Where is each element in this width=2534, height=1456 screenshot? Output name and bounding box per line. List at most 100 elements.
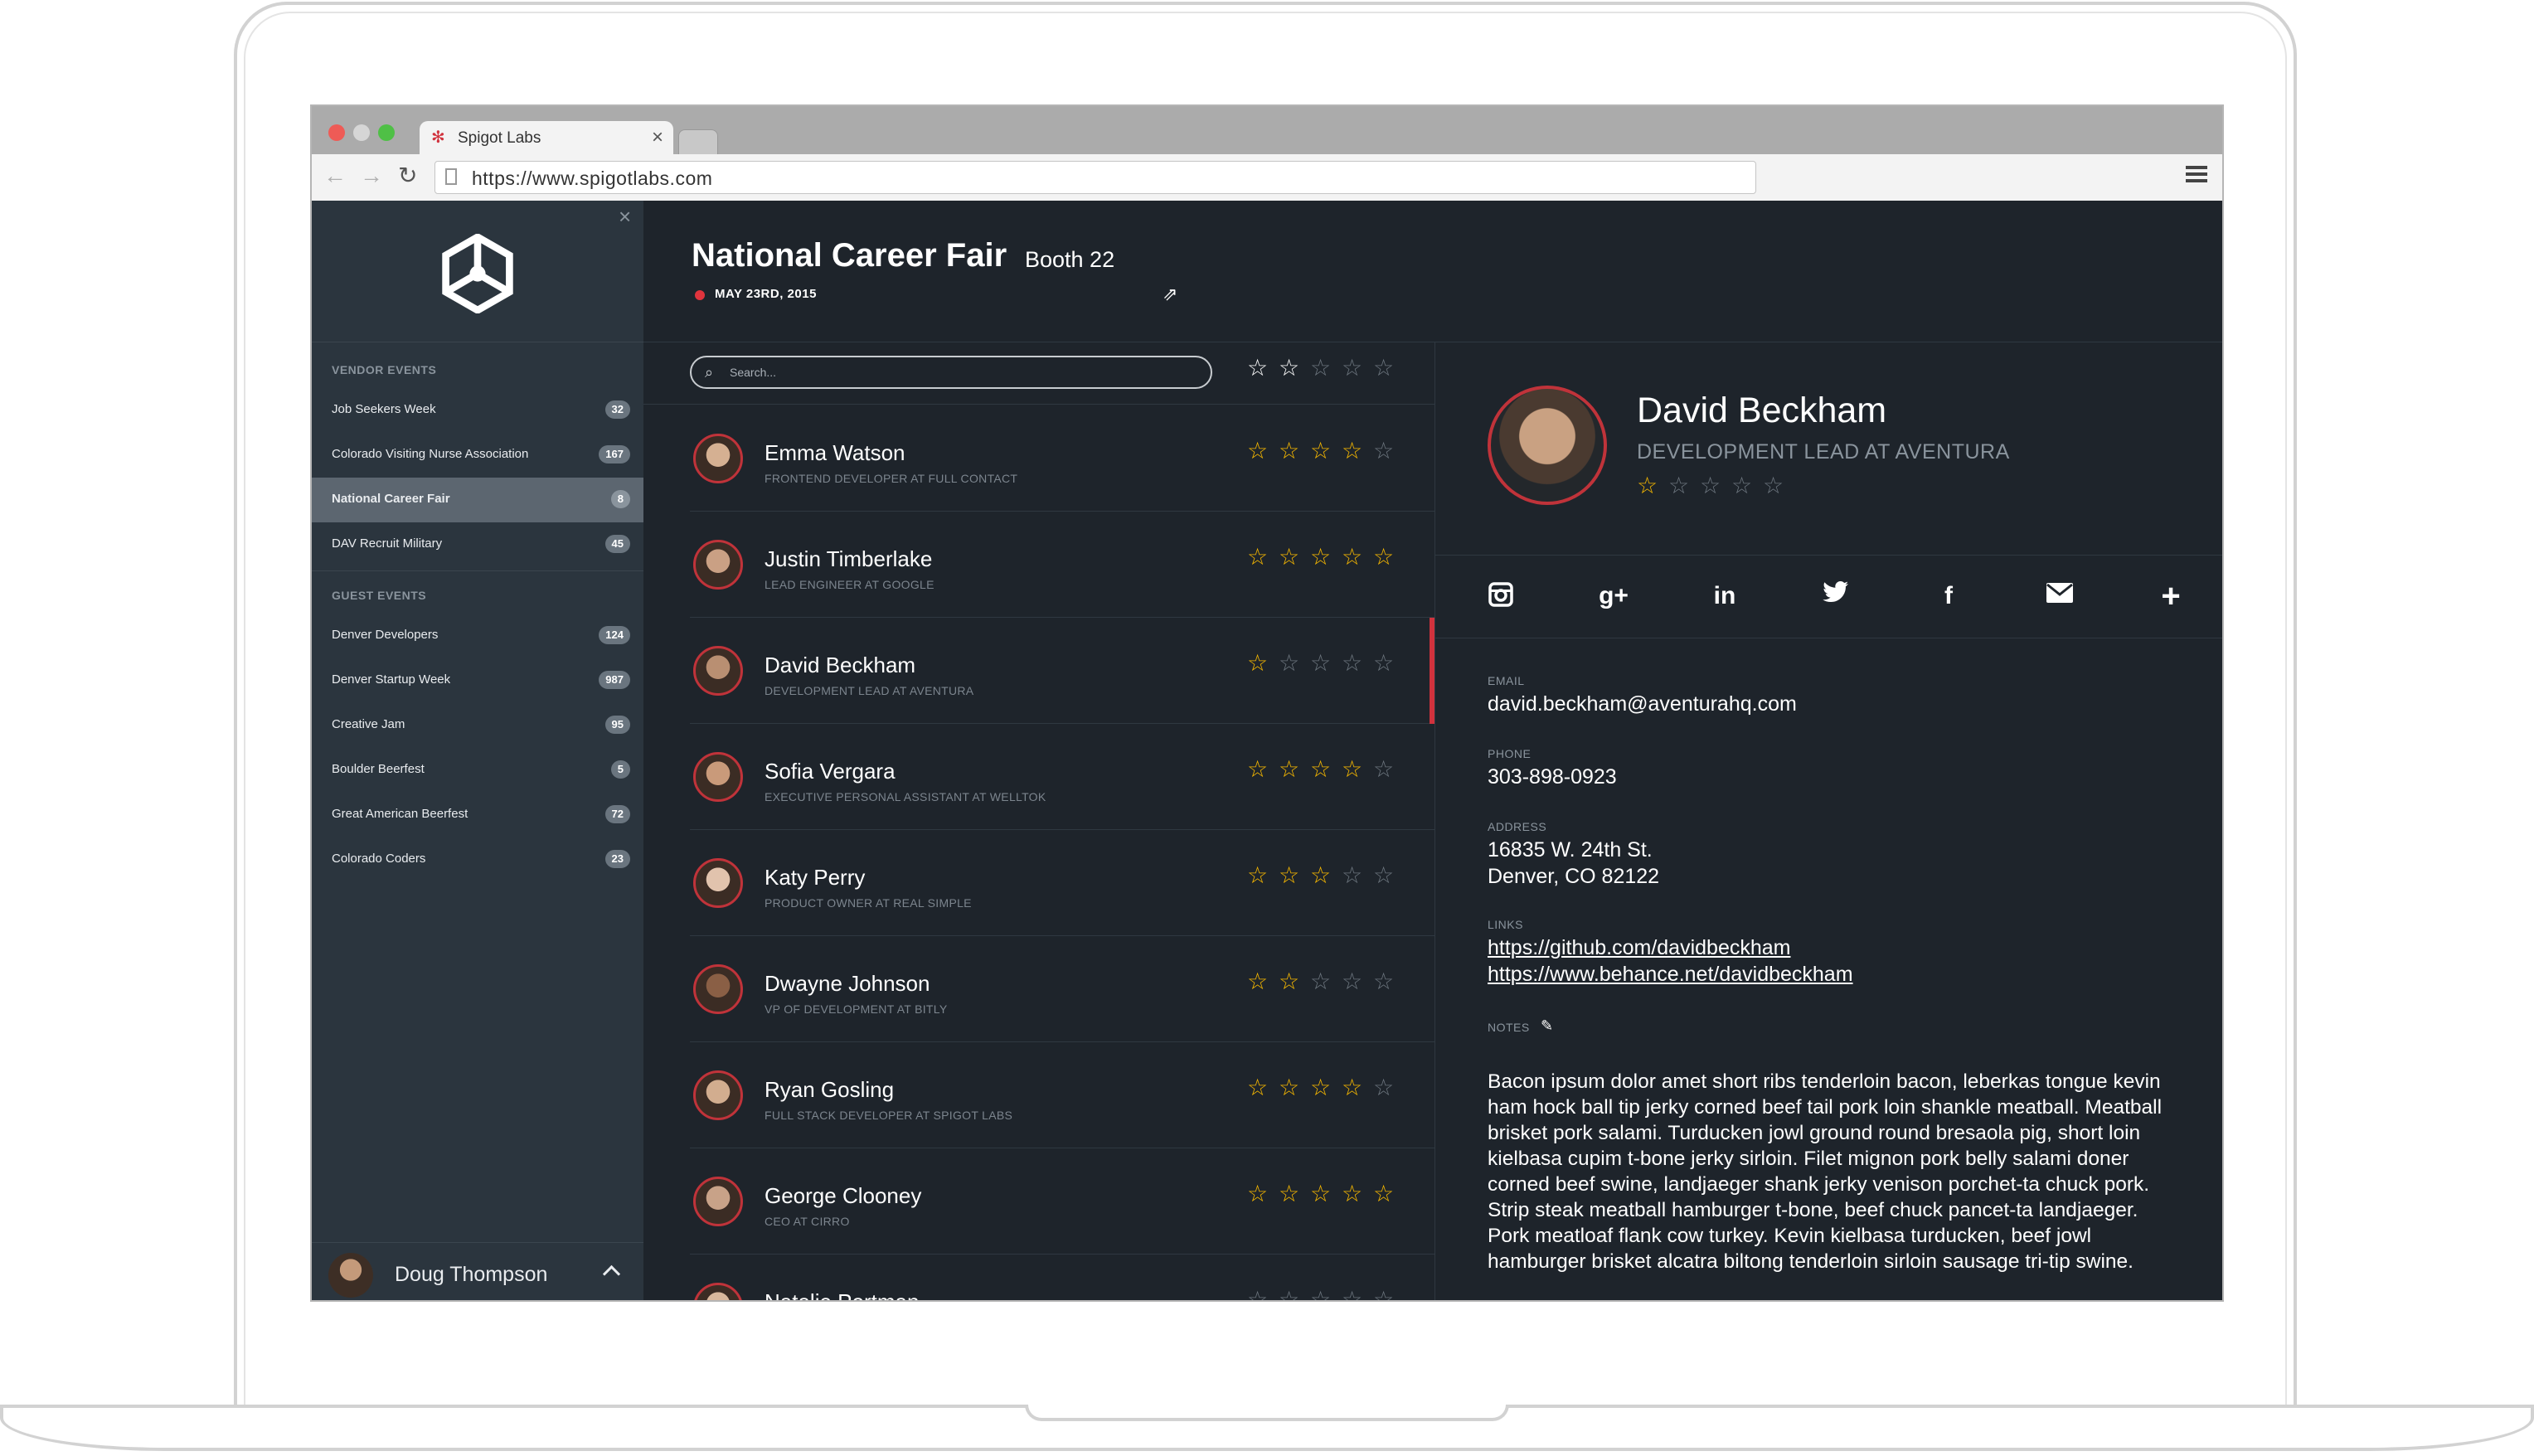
star-icon[interactable]: ☆	[1310, 439, 1342, 463]
plus-icon[interactable]: +	[2154, 580, 2187, 613]
star-icon[interactable]: ☆	[1247, 439, 1279, 463]
star-icon[interactable]: ☆	[1279, 1288, 1310, 1301]
sidebar-item-boulder-beerfest[interactable]: Boulder Beerfest 5	[312, 748, 643, 793]
star-icon[interactable]: ☆	[1279, 545, 1310, 570]
sidebar-item-denver-startup-week[interactable]: Denver Startup Week 987	[312, 658, 643, 703]
star-icon[interactable]: ☆	[1279, 969, 1310, 994]
close-window-button[interactable]	[328, 124, 345, 141]
behance-link[interactable]: https://www.behance.net/davidbeckham	[1488, 963, 1853, 987]
chevron-up-icon[interactable]	[602, 1264, 621, 1284]
star-icon[interactable]: ☆	[1342, 545, 1373, 570]
list-item[interactable]: Katy Perry PRODUCT OWNER AT REAL SIMPLE ☆ ☆…	[643, 830, 1434, 936]
reload-icon[interactable]: ↻	[398, 163, 417, 189]
sidebar-item-great-american-beerfest[interactable]: Great American Beerfest 72	[312, 793, 643, 837]
sidebar-item-creative-jam[interactable]: Creative Jam 95	[312, 703, 643, 748]
attendee-rating[interactable]: ☆ ☆ ☆ ☆ ☆	[1247, 1075, 1405, 1100]
star-icon[interactable]: ☆	[1310, 356, 1342, 381]
star-icon[interactable]: ☆	[1731, 473, 1763, 498]
user-menu[interactable]: Doug Thompson	[312, 1242, 643, 1300]
star-icon[interactable]: ☆	[1310, 545, 1342, 570]
back-arrow-icon[interactable]: ←	[323, 163, 347, 189]
star-icon[interactable]: ☆	[1342, 1075, 1373, 1100]
star-icon[interactable]: ☆	[1373, 439, 1405, 463]
star-icon[interactable]: ☆	[1279, 1075, 1310, 1100]
instagram-icon[interactable]	[1484, 581, 1517, 611]
star-icon[interactable]: ☆	[1668, 473, 1700, 498]
menu-icon[interactable]	[2186, 166, 2207, 184]
star-icon[interactable]: ☆	[1342, 439, 1373, 463]
star-icon[interactable]: ☆	[1279, 863, 1310, 888]
search-input[interactable]: ⌕ Search...	[690, 356, 1212, 389]
star-icon[interactable]: ☆	[1247, 757, 1279, 782]
star-icon[interactable]: ☆	[1373, 356, 1405, 381]
twitter-icon[interactable]	[1819, 581, 1852, 611]
attendee-rating[interactable]: ☆ ☆ ☆ ☆ ☆	[1247, 863, 1405, 888]
sidebar-item-national-career-fair[interactable]: National Career Fair 8	[312, 478, 643, 522]
star-icon[interactable]: ☆	[1763, 473, 1794, 498]
star-icon[interactable]: ☆	[1247, 1075, 1279, 1100]
github-link[interactable]: https://github.com/davidbeckham	[1488, 936, 1790, 960]
notes-text[interactable]: Bacon ipsum dolor amet short ribs tender…	[1488, 1069, 2176, 1274]
star-icon[interactable]: ☆	[1310, 1182, 1342, 1206]
phone-value[interactable]: 303-898-0923	[1488, 764, 1617, 790]
list-item[interactable]: Justin Timberlake LEAD ENGINEER AT GOOGLE…	[643, 512, 1434, 618]
maximize-window-button[interactable]	[378, 124, 395, 141]
attendee-rating[interactable]: ☆ ☆ ☆ ☆ ☆	[1247, 1288, 1405, 1301]
star-icon[interactable]: ☆	[1310, 969, 1342, 994]
sidebar-item-job-seekers-week[interactable]: Job Seekers Week 32	[312, 388, 643, 433]
star-icon[interactable]: ☆	[1279, 439, 1310, 463]
star-icon[interactable]: ☆	[1310, 1288, 1342, 1301]
star-icon[interactable]: ☆	[1247, 863, 1279, 888]
browser-tab[interactable]: ✻ Spigot Labs ×	[420, 121, 673, 154]
list-item[interactable]: Emma Watson FRONTEND DEVELOPER AT FULL CO…	[643, 405, 1434, 512]
star-icon[interactable]: ☆	[1247, 1182, 1279, 1206]
star-icon[interactable]: ☆	[1279, 757, 1310, 782]
star-icon[interactable]: ☆	[1342, 863, 1373, 888]
star-icon[interactable]: ☆	[1310, 1075, 1342, 1100]
new-tab-button[interactable]	[678, 129, 718, 156]
star-icon[interactable]: ☆	[1373, 651, 1405, 676]
star-icon[interactable]: ☆	[1247, 651, 1279, 676]
attendee-rating[interactable]: ☆ ☆ ☆ ☆ ☆	[1247, 651, 1405, 676]
star-icon[interactable]: ☆	[1310, 757, 1342, 782]
star-icon[interactable]: ☆	[1310, 651, 1342, 676]
star-icon[interactable]: ☆	[1342, 651, 1373, 676]
attendee-rating[interactable]: ☆ ☆ ☆ ☆ ☆	[1247, 757, 1405, 782]
star-icon[interactable]: ☆	[1247, 356, 1279, 381]
google-plus-icon[interactable]: g+	[1597, 581, 1630, 611]
star-icon[interactable]: ☆	[1373, 969, 1405, 994]
attendee-rating[interactable]: ☆ ☆ ☆ ☆ ☆	[1247, 1182, 1405, 1206]
close-tab-icon[interactable]: ×	[652, 126, 663, 149]
rating-filter[interactable]: ☆ ☆ ☆ ☆ ☆	[1247, 356, 1405, 381]
list-item[interactable]: George Clooney CEO AT CIRRO ☆ ☆ ☆ ☆ ☆	[643, 1148, 1434, 1255]
edit-pencil-icon[interactable]: ✎	[1541, 1017, 1554, 1035]
forward-arrow-icon[interactable]: →	[360, 163, 383, 189]
list-item[interactable]: Ryan Gosling FULL STACK DEVELOPER AT SPIG…	[643, 1042, 1434, 1148]
sidebar-item-dav-recruit-military[interactable]: DAV Recruit Military 45	[312, 522, 643, 567]
star-icon[interactable]: ☆	[1247, 969, 1279, 994]
star-icon[interactable]: ☆	[1247, 545, 1279, 570]
star-icon[interactable]: ☆	[1342, 1288, 1373, 1301]
star-icon[interactable]: ☆	[1373, 1288, 1405, 1301]
url-bar[interactable]: https://www.spigotlabs.com	[434, 161, 1756, 194]
sidebar-item-colorado-visiting-nurse[interactable]: Colorado Visiting Nurse Association 167	[312, 433, 643, 478]
star-icon[interactable]: ☆	[1342, 356, 1373, 381]
attendee-rating[interactable]: ☆ ☆ ☆ ☆ ☆	[1247, 439, 1405, 463]
star-icon[interactable]: ☆	[1700, 473, 1731, 498]
attendee-rating[interactable]: ☆ ☆ ☆ ☆ ☆	[1247, 545, 1405, 570]
linkedin-icon[interactable]: in	[1708, 581, 1741, 611]
star-icon[interactable]: ☆	[1373, 1182, 1405, 1206]
star-icon[interactable]: ☆	[1247, 1288, 1279, 1301]
contact-rating[interactable]: ☆ ☆ ☆ ☆ ☆	[1637, 473, 1794, 498]
star-icon[interactable]: ☆	[1373, 757, 1405, 782]
star-icon[interactable]: ☆	[1342, 1182, 1373, 1206]
facebook-icon[interactable]: f	[1932, 581, 1965, 611]
star-icon[interactable]: ☆	[1279, 356, 1310, 381]
list-item[interactable]: Dwayne Johnson VP OF DEVELOPMENT AT BITLY…	[643, 936, 1434, 1042]
share-icon[interactable]: ⇗	[1163, 284, 1177, 305]
list-item[interactable]: Sofia Vergara EXECUTIVE PERSONAL ASSISTAN…	[643, 724, 1434, 830]
star-icon[interactable]: ☆	[1373, 1075, 1405, 1100]
star-icon[interactable]: ☆	[1373, 545, 1405, 570]
star-icon[interactable]: ☆	[1310, 863, 1342, 888]
star-icon[interactable]: ☆	[1279, 1182, 1310, 1206]
